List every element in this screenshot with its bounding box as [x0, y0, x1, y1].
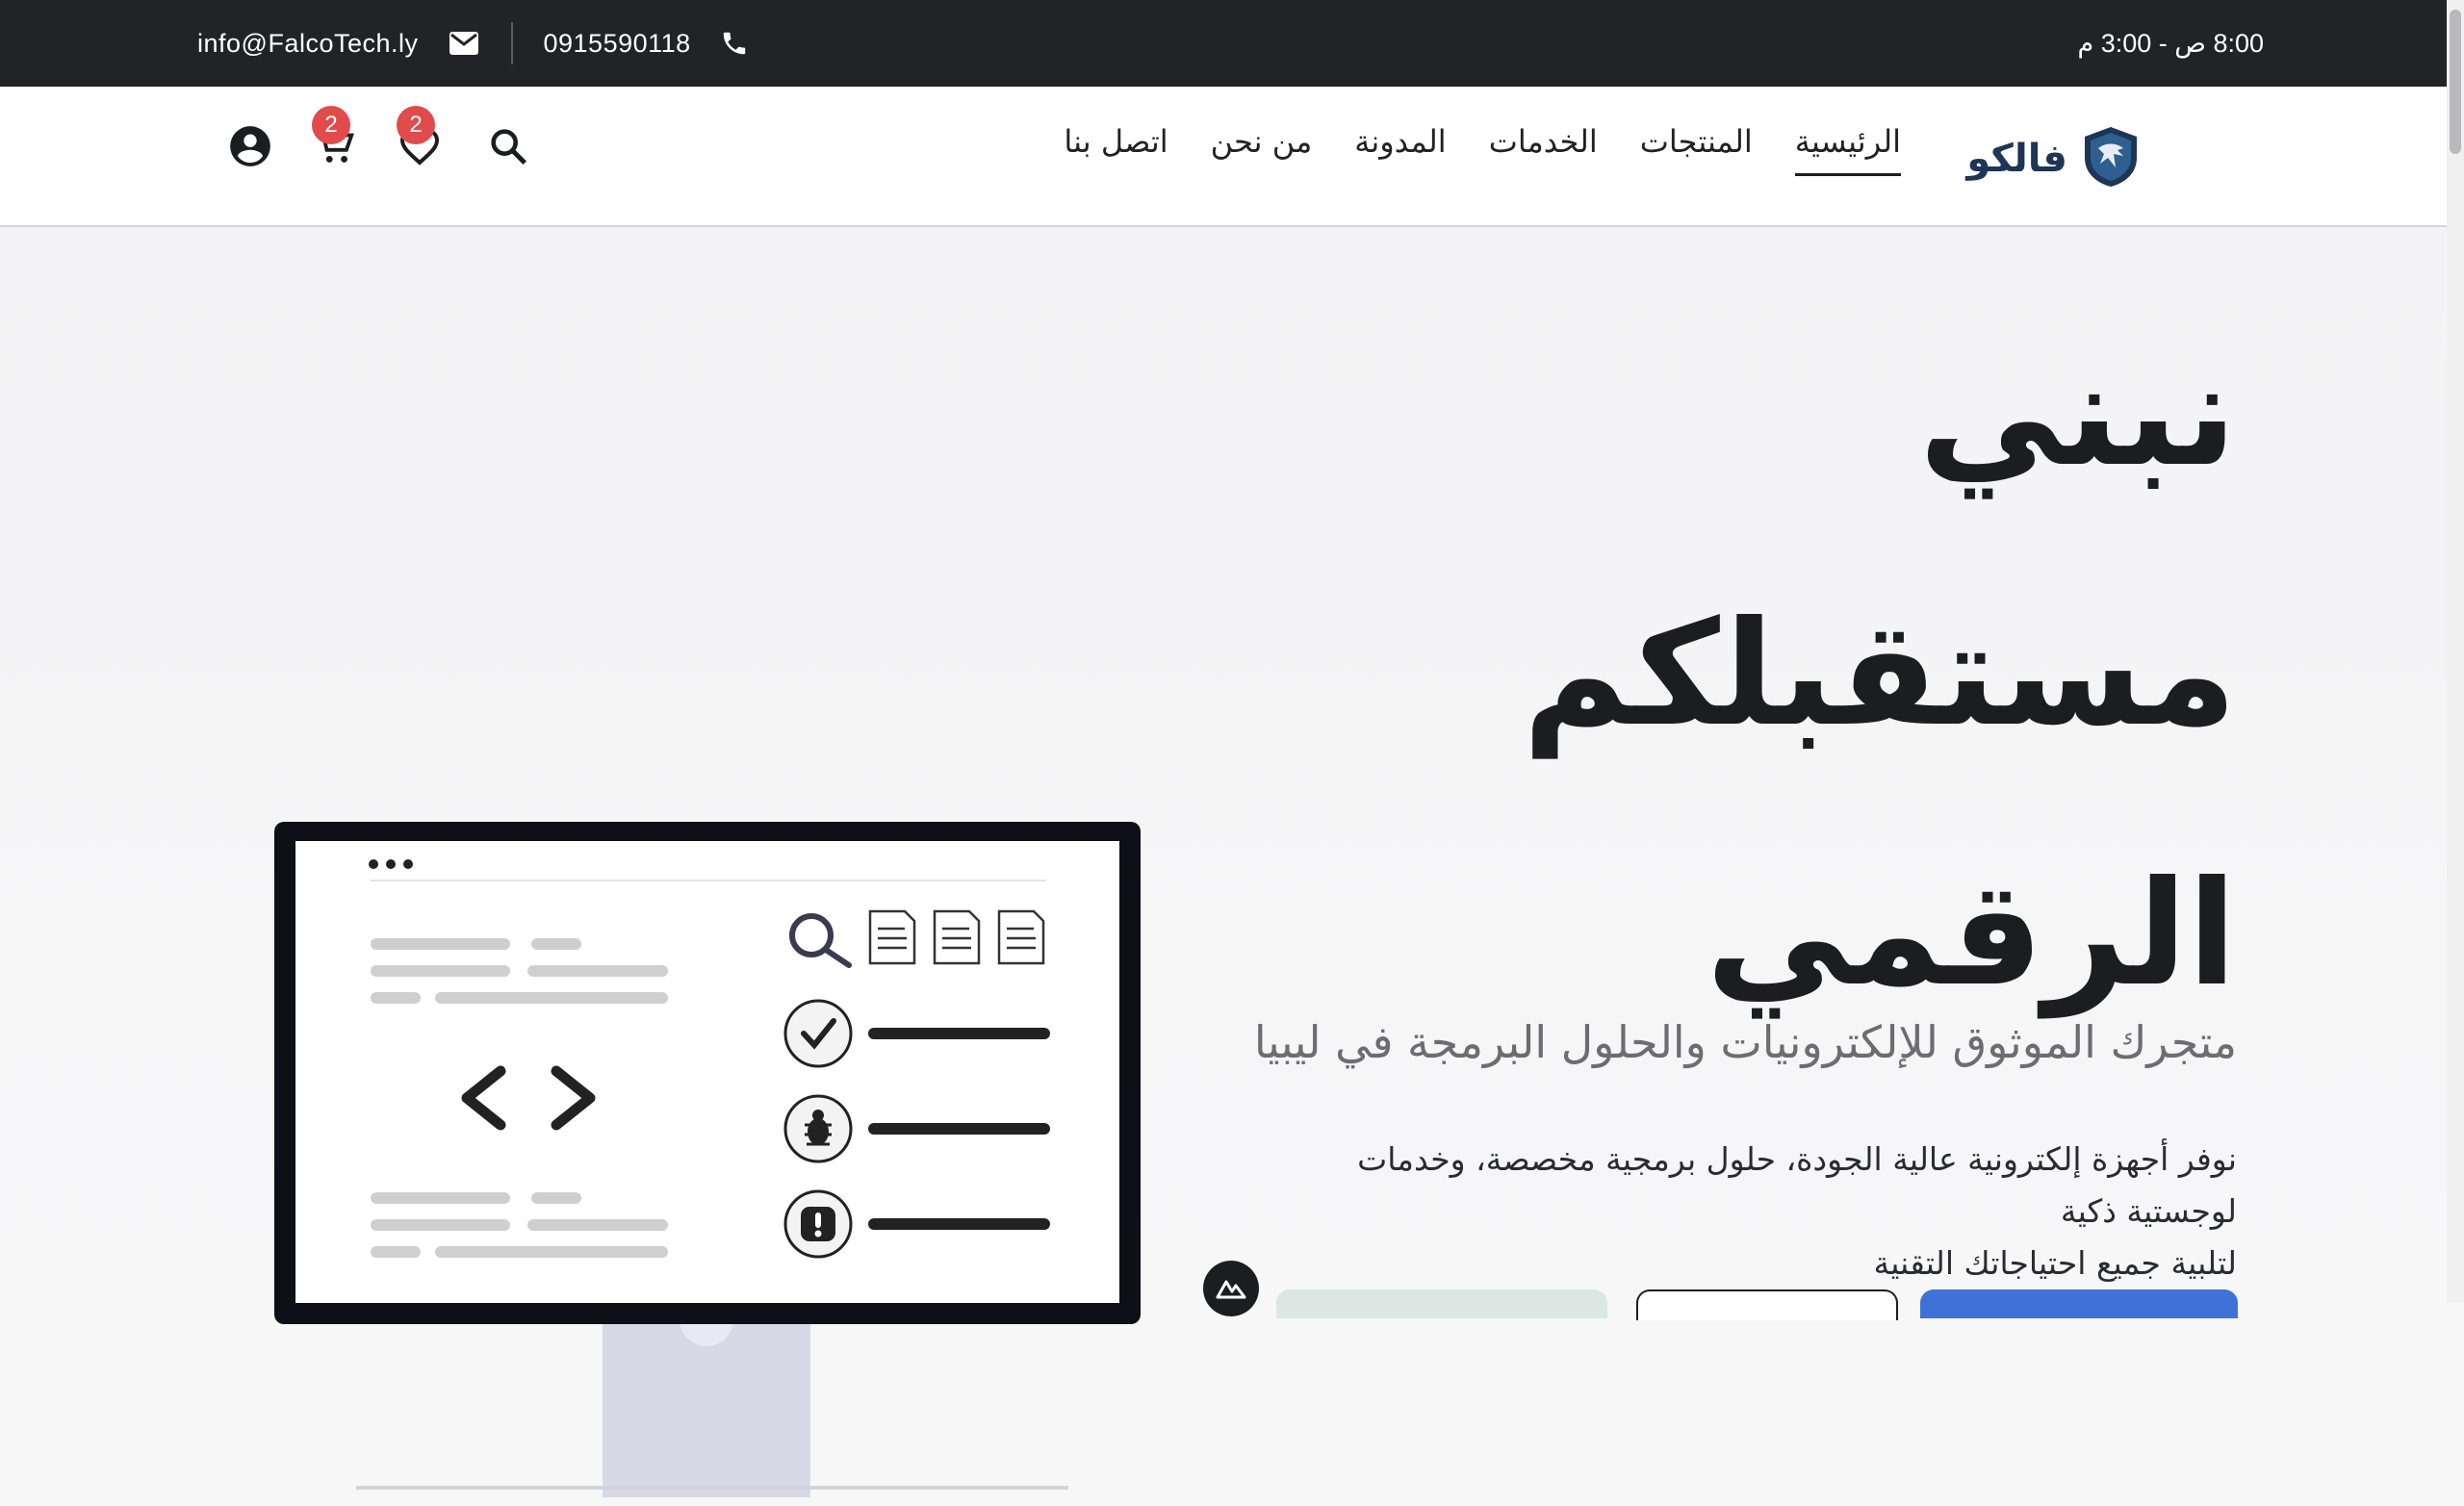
primary-cta-button[interactable]: [1920, 1289, 2238, 1318]
wishlist-count-badge: 2: [397, 106, 435, 144]
brand-logo[interactable]: فالكو: [1966, 125, 2141, 192]
phone-link[interactable]: 0915590118: [544, 29, 691, 59]
cart-button[interactable]: 2: [312, 106, 358, 171]
floating-app-icon[interactable]: [1203, 1261, 1259, 1316]
nav-blog[interactable]: المدونة: [1354, 123, 1446, 176]
hero-title-line-1: نبني: [1918, 331, 2237, 498]
monitor-illustration: [270, 819, 1155, 1502]
nav-about[interactable]: من نحن: [1211, 123, 1313, 176]
mail-icon: [448, 27, 480, 60]
hero-description: نوفر أجهزة إلكترونية عالية الجودة، حلول …: [1274, 1134, 2237, 1289]
nav-products[interactable]: المنتجات: [1640, 123, 1753, 176]
cart-count-badge: 2: [312, 106, 350, 144]
tertiary-cta-button[interactable]: [1276, 1289, 1607, 1318]
scrollbar-thumb[interactable]: [2450, 10, 2461, 154]
divider: [510, 22, 513, 64]
phone-icon: [718, 27, 751, 60]
hero-subtitle: متجرك الموثوق للإلكترونيات والحلول البرم…: [1253, 1016, 2237, 1068]
search-button[interactable]: [485, 125, 531, 171]
hero-description-line-1: نوفر أجهزة إلكترونية عالية الجودة، حلول …: [1357, 1140, 2237, 1230]
main-nav: الرئيسية المنتجات الخدمات المدونة من نحن…: [1064, 123, 1901, 176]
top-bar: info@FalcoTech.ly 0915590118 8:00 ص - 3:…: [0, 0, 2464, 87]
main-header: فالكو الرئيسية المنتجات الخدمات المدونة …: [0, 87, 2464, 227]
nav-home[interactable]: الرئيسية: [1794, 123, 1901, 176]
nav-contact[interactable]: اتصل بنا: [1064, 123, 1168, 176]
search-icon: [486, 124, 530, 172]
header-actions: 2 2: [227, 106, 531, 171]
falcon-shield-icon: [2081, 125, 2141, 192]
hero-title: نبني مستقبلكم الرقمي: [1371, 285, 2237, 1064]
brand-name: فالكو: [1966, 137, 2067, 181]
contact-info: info@FalcoTech.ly 0915590118: [197, 0, 751, 87]
nav-services[interactable]: الخدمات: [1489, 123, 1598, 176]
account-circle-icon: [226, 122, 274, 174]
hero-title-line-2: مستقبلكم: [1522, 591, 2237, 758]
account-button[interactable]: [227, 125, 273, 171]
wishlist-button[interactable]: 2: [397, 106, 443, 171]
hero-description-line-2: لتلبية جميع احتياجاتك التقنية: [1873, 1244, 2238, 1282]
page-scrollbar[interactable]: [2447, 0, 2464, 1303]
email-link[interactable]: info@FalcoTech.ly: [197, 29, 419, 59]
hero-section: نبني مستقبلكم الرقمي متجرك الموثوق للإلك…: [0, 227, 2464, 1497]
secondary-cta-button[interactable]: [1636, 1289, 1898, 1320]
working-hours: 8:00 ص - 3:00 م: [2077, 28, 2264, 58]
